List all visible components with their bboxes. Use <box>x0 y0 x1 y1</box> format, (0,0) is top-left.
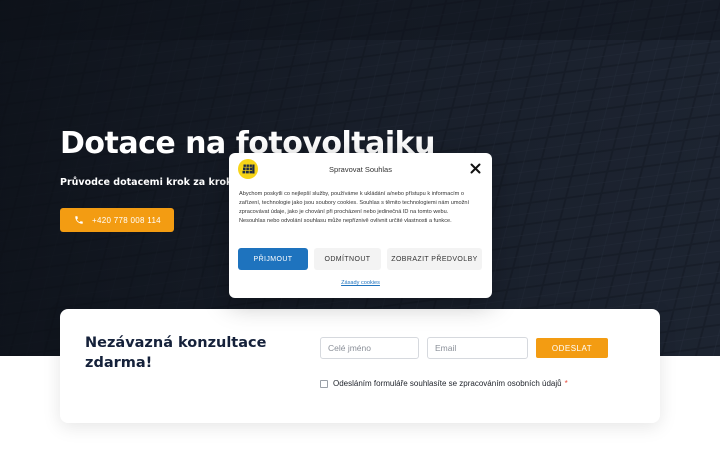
consent-row: Odesláním formuláře souhlasíte se zpraco… <box>320 379 568 388</box>
close-icon[interactable] <box>470 163 481 174</box>
form-title: Nezávazná konzultace zdarma! <box>85 335 267 371</box>
preferences-button[interactable]: ZOBRAZIT PŘEDVOLBY <box>387 248 482 270</box>
email-input[interactable]: Email <box>427 337 528 359</box>
modal-title: Spravovat Souhlas <box>329 165 392 174</box>
cookie-description: Abychom poskytli co nejlepší služby, pou… <box>239 191 470 224</box>
name-input[interactable]: Celé jméno <box>320 337 419 359</box>
required-mark: * <box>564 379 568 388</box>
phone-number: +420 778 008 114 <box>92 215 161 225</box>
consultation-form-card: Nezávazná konzultace zdarma! Celé jméno … <box>60 309 660 423</box>
phone-button[interactable]: +420 778 008 114 <box>60 208 174 232</box>
accept-button[interactable]: PŘIJMOUT <box>238 248 308 270</box>
phone-icon <box>74 215 84 225</box>
cookie-consent-modal: Spravovat Souhlas Abychom poskytli co ne… <box>229 153 492 298</box>
consent-label: Odesláním formuláře souhlasíte se zpraco… <box>333 379 562 388</box>
cookie-policy-link[interactable]: Zásady cookies <box>229 280 492 286</box>
consent-checkbox[interactable] <box>320 379 328 388</box>
submit-button[interactable]: ODESLAT <box>536 338 608 358</box>
deny-button[interactable]: ODMÍTNOUT <box>314 248 381 270</box>
